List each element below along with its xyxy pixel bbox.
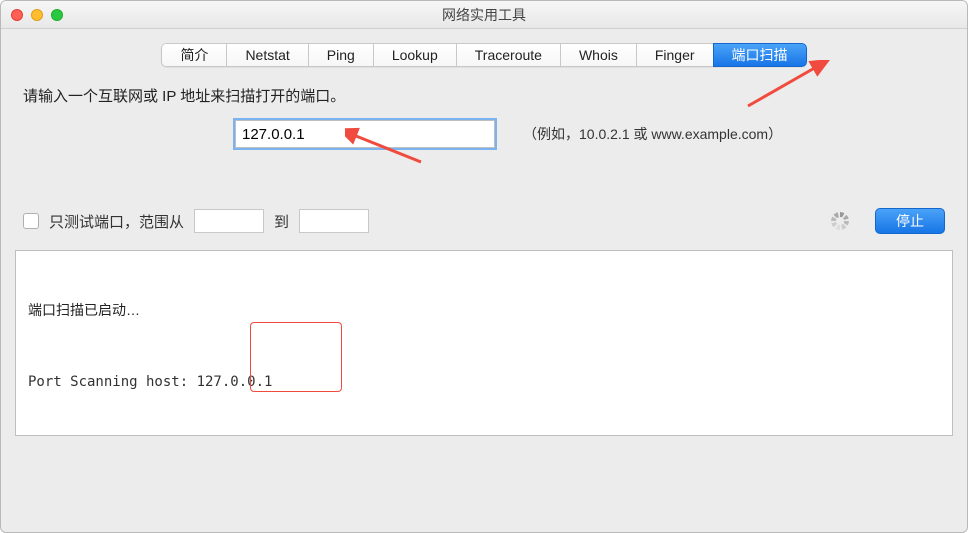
spinner-icon [831, 212, 849, 230]
minimize-icon[interactable] [31, 9, 43, 21]
close-icon[interactable] [11, 9, 23, 21]
range-checkbox[interactable] [23, 213, 39, 229]
scan-status: 端口扫描已启动… [28, 300, 940, 320]
tab-bar: 简介NetstatPingLookupTracerouteWhoisFinger… [15, 43, 953, 67]
annotation-highlight-ports [250, 322, 342, 392]
tab-Finger[interactable]: Finger [636, 43, 713, 67]
ip-input[interactable] [235, 120, 495, 148]
zoom-icon[interactable] [51, 9, 63, 21]
stop-button[interactable]: 停止 [875, 208, 945, 234]
range-to-label: 到 [274, 211, 289, 232]
tab-Traceroute[interactable]: Traceroute [456, 43, 560, 67]
tab-Ping[interactable]: Ping [308, 43, 373, 67]
tab-Netstat[interactable]: Netstat [226, 43, 307, 67]
range-to-input[interactable] [299, 209, 369, 233]
window: 网络实用工具 简介NetstatPingLookupTracerouteWhoi… [0, 0, 968, 533]
range-label: 只测试端口，范围从 [49, 211, 184, 232]
address-row: （例如，10.0.2.1 或 www.example.com） [15, 120, 953, 148]
tab-Lookup[interactable]: Lookup [373, 43, 456, 67]
tab-Whois[interactable]: Whois [560, 43, 636, 67]
scanning-host-line: Port Scanning host: 127.0.0.1 [28, 372, 940, 392]
traffic-lights [1, 9, 63, 21]
content: 简介NetstatPingLookupTracerouteWhoisFinger… [1, 29, 967, 444]
ip-hint: （例如，10.0.2.1 或 www.example.com） [523, 124, 782, 144]
window-title: 网络实用工具 [1, 5, 967, 25]
results-panel[interactable]: 端口扫描已启动… Port Scanning host: 127.0.0.1 O… [15, 250, 953, 436]
tab-简介[interactable]: 简介 [161, 43, 226, 67]
tab-端口扫描[interactable]: 端口扫描 [713, 43, 807, 67]
prompt-text: 请输入一个互联网或 IP 地址来扫描打开的端口。 [23, 85, 945, 106]
range-row: 只测试端口，范围从 到 停止 [15, 208, 953, 234]
range-from-input[interactable] [194, 209, 264, 233]
titlebar: 网络实用工具 [1, 1, 967, 29]
